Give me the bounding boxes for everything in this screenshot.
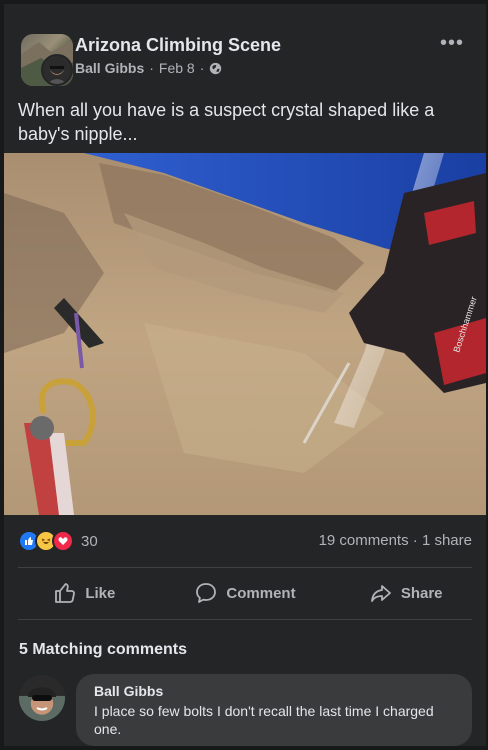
- counts-separator: ·: [412, 532, 418, 549]
- thumbs-up-icon: [55, 583, 76, 603]
- comment-bubble: Ball Gibbs I place so few bolts I don't …: [76, 674, 472, 746]
- engagement-counts: 19 comments · 1 share: [319, 532, 472, 549]
- divider: [18, 567, 472, 568]
- shares-count[interactable]: 1 share: [422, 532, 472, 549]
- love-icon: [52, 530, 74, 552]
- divider: [18, 619, 472, 620]
- group-name[interactable]: Arizona Climbing Scene: [75, 35, 281, 56]
- share-label: Share: [400, 584, 443, 602]
- share-button[interactable]: Share: [325, 569, 486, 617]
- meta-separator: ·: [149, 60, 154, 76]
- comment-author[interactable]: Ball Gibbs: [94, 683, 163, 699]
- reaction-count: 30: [81, 532, 98, 550]
- post-meta: Ball Gibbs · Feb 8 ·: [75, 60, 222, 76]
- reaction-summary[interactable]: 30: [18, 530, 98, 552]
- comments-count[interactable]: 19 comments: [319, 532, 409, 549]
- post-header: Arizona Climbing Scene Ball Gibbs · Feb …: [4, 4, 486, 94]
- comment-button[interactable]: Comment: [165, 569, 326, 617]
- matching-comments-heading[interactable]: 5 Matching comments: [19, 641, 187, 659]
- post-date[interactable]: Feb 8: [159, 60, 195, 76]
- action-bar: Like Comment Share: [4, 569, 486, 617]
- like-button[interactable]: Like: [4, 569, 165, 617]
- more-options-icon[interactable]: •••: [440, 32, 464, 55]
- comment-text: I place so few bolts I don't recall the …: [94, 703, 434, 737]
- author-avatar[interactable]: [41, 54, 73, 86]
- author-name[interactable]: Ball Gibbs: [75, 60, 144, 76]
- comment-label: Comment: [226, 584, 296, 602]
- post-photo[interactable]: Boschhammer: [4, 153, 486, 515]
- like-label: Like: [85, 584, 116, 602]
- meta-separator: ·: [199, 60, 205, 76]
- globe-icon: [210, 62, 222, 74]
- post-text: When all you have is a suspect crystal s…: [18, 100, 435, 144]
- comment-author-avatar[interactable]: [19, 675, 65, 721]
- comment-icon: [196, 583, 217, 603]
- share-arrow-icon: [370, 585, 391, 602]
- post-card: Arizona Climbing Scene Ball Gibbs · Feb …: [4, 4, 486, 746]
